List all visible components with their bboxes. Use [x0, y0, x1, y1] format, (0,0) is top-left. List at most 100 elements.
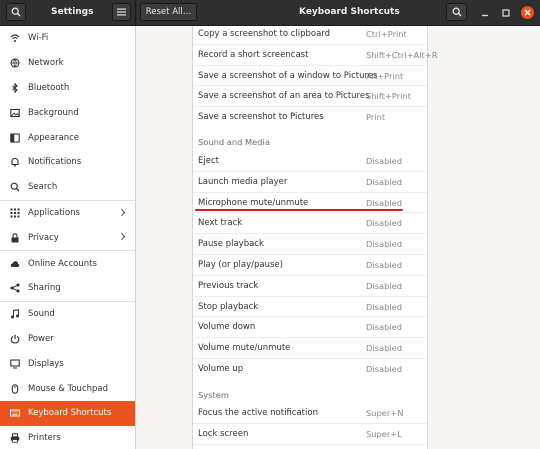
- cloud-icon: [10, 259, 20, 269]
- shortcut-accel: Disabled: [366, 176, 403, 187]
- sidebar-item-notifications[interactable]: Notifications: [0, 150, 135, 175]
- sidebar-item-applications[interactable]: Applications: [0, 201, 135, 226]
- shortcut-accel: Disabled: [366, 364, 403, 374]
- shortcut-accel: Print: [366, 112, 386, 123]
- search-icon: [10, 182, 20, 192]
- shortcut-row[interactable]: Save a screenshot of an area to Pictures…: [193, 86, 427, 108]
- shortcut-row[interactable]: Save a screenshot to Pictures Print: [193, 107, 427, 128]
- sidebar-item-privacy[interactable]: Privacy: [0, 225, 135, 250]
- music-note-icon: [10, 309, 20, 319]
- sidebar-item-keyboard-shortcuts[interactable]: Keyboard Shortcuts: [0, 400, 135, 426]
- header-divider: [135, 0, 136, 25]
- sidebar-item-label: Background: [28, 107, 79, 118]
- shortcut-accel: Ctrl+Print: [366, 29, 407, 39]
- sidebar-item-label: Bluetooth: [28, 82, 70, 93]
- section-heading-sound-media: Sound and Media: [198, 137, 270, 147]
- power-icon: [10, 334, 20, 344]
- background-icon: [10, 108, 20, 118]
- search-icon: [452, 7, 461, 17]
- shortcut-accel: Disabled: [366, 156, 403, 166]
- sidebar-item-label: Sound: [28, 309, 55, 320]
- sidebar-item-sharing[interactable]: Sharing: [0, 276, 135, 301]
- maximize-button[interactable]: [499, 6, 512, 19]
- shortcut-row[interactable]: Previous track Disabled: [193, 276, 427, 297]
- close-button[interactable]: [521, 6, 534, 19]
- shortcut-name: Volume down: [198, 322, 256, 333]
- shortcut-row[interactable]: Next track Disabled: [193, 213, 427, 235]
- sidebar-item-sound[interactable]: Sound: [0, 302, 135, 327]
- shortcut-accel: Alt+Print: [366, 70, 404, 81]
- app-title: Settings: [51, 7, 94, 17]
- shortcut-name: Pause playback: [198, 239, 264, 250]
- sidebar-item-wifi[interactable]: Wi-Fi: [0, 26, 135, 51]
- shortcut-name: Save a screenshot to Pictures: [198, 112, 324, 123]
- sidebar-item-displays[interactable]: Displays: [0, 351, 135, 376]
- shortcut-name: Record a short screencast: [198, 49, 309, 60]
- shortcut-accel: Disabled: [366, 260, 403, 270]
- shortcut-row[interactable]: Volume mute/unmute Disabled: [193, 338, 427, 359]
- keyboard-icon: [10, 408, 20, 418]
- shortcut-accel: Disabled: [366, 280, 403, 291]
- app-menu-button[interactable]: [112, 3, 131, 21]
- shortcut-row[interactable]: Copy a screenshot to clipboard Ctrl+Prin…: [193, 26, 427, 45]
- shortcut-name: Volume mute/unmute: [198, 343, 291, 354]
- shortcut-row[interactable]: Lock screen Super+L: [193, 424, 427, 445]
- network-icon: [10, 58, 20, 68]
- display-icon: [10, 359, 20, 369]
- shortcut-name: Save a screenshot of an area to Pictures: [198, 91, 370, 102]
- shortcut-row[interactable]: Volume up Disabled: [193, 359, 427, 380]
- shortcut-accel: Super+N: [366, 408, 404, 418]
- sidebar-item-label: Privacy: [28, 232, 59, 243]
- sidebar-item-label: Search: [28, 182, 58, 193]
- sidebar-item-search[interactable]: Search: [0, 175, 135, 200]
- sidebar-item-mouse-touchpad[interactable]: Mouse & Touchpad: [0, 376, 135, 401]
- minimize-icon: [481, 14, 488, 16]
- sidebar-item-label: Notifications: [28, 157, 82, 168]
- shortcut-row[interactable]: Play (or play/pause) Disabled: [193, 255, 427, 276]
- minimize-button[interactable]: [478, 6, 491, 19]
- shortcut-accel: Shift+Print: [366, 91, 411, 102]
- shortcut-name: Previous track: [198, 280, 259, 291]
- sidebar-item-printers[interactable]: Printers: [0, 426, 135, 449]
- chevron-right-icon: [120, 208, 126, 220]
- shortcut-name: Volume up: [198, 364, 244, 374]
- shortcut-accel: Disabled: [366, 322, 403, 333]
- wifi-icon: [10, 33, 20, 43]
- applications-icon: [10, 208, 20, 218]
- shortcut-accel: Disabled: [366, 301, 403, 312]
- shortcut-name: Copy a screenshot to clipboard: [198, 29, 331, 39]
- mouse-icon: [10, 383, 20, 394]
- shortcut-row[interactable]: Save a screenshot of a window to Picture…: [193, 66, 427, 87]
- shortcuts-list[interactable]: Copy a screenshot to clipboard Ctrl+Prin…: [192, 26, 437, 449]
- sidebar-search-button[interactable]: [6, 3, 26, 21]
- sidebar-item-power[interactable]: Power: [0, 327, 135, 352]
- sidebar-item-appearance[interactable]: Appearance: [0, 125, 135, 150]
- shortcut-name: Eject: [198, 156, 219, 166]
- shortcut-name: Lock screen: [198, 428, 249, 439]
- shortcut-row[interactable]: Focus the active notification Super+N: [193, 403, 427, 424]
- sidebar-item-network[interactable]: Network: [0, 51, 135, 76]
- sidebar-item-online-accounts[interactable]: Online Accounts: [0, 251, 135, 276]
- shortcut-row[interactable]: Stop playback Disabled: [193, 297, 427, 318]
- shortcut-name: Launch media player: [198, 176, 288, 187]
- privacy-icon: [10, 233, 20, 243]
- shortcut-name: Play (or play/pause): [198, 260, 283, 270]
- shortcuts-panel: Copy a screenshot to clipboard Ctrl+Prin…: [136, 26, 540, 449]
- header-bar: Settings Reset All… Keyboard Shortcuts: [0, 0, 540, 26]
- shortcut-accel: Shift+Ctrl+Alt+R: [366, 49, 438, 60]
- sidebar-item-label: Sharing: [28, 283, 61, 294]
- shortcut-row[interactable]: Record a short screencast Shift+Ctrl+Alt…: [193, 45, 437, 66]
- sidebar-item-bluetooth[interactable]: Bluetooth: [0, 76, 135, 101]
- sidebar-item-label: Displays: [28, 358, 64, 369]
- shortcut-row[interactable]: Eject Disabled: [193, 151, 427, 172]
- shortcut-row[interactable]: Launch media player Disabled: [193, 172, 427, 193]
- sidebar-item-background[interactable]: Background: [0, 100, 135, 125]
- shortcut-name: Save a screenshot of a window to Picture…: [198, 70, 378, 81]
- shortcut-search-button[interactable]: [446, 3, 467, 21]
- shortcut-accel: Disabled: [366, 239, 403, 250]
- shortcut-row[interactable]: Pause playback Disabled: [193, 234, 427, 255]
- shortcut-row[interactable]: Volume down Disabled: [193, 317, 427, 339]
- highlight-underline: [195, 209, 403, 211]
- sidebar-item-label: Applications: [28, 207, 80, 218]
- reset-all-button[interactable]: Reset All…: [140, 3, 197, 21]
